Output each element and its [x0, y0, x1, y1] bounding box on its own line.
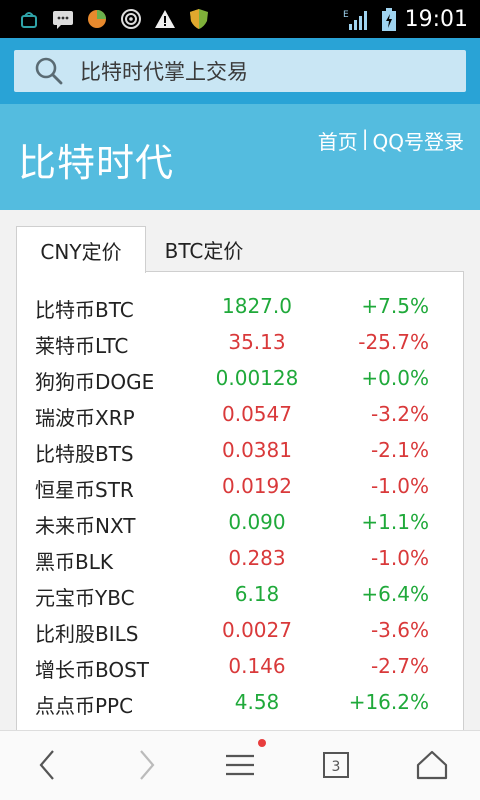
link-separator: |	[361, 126, 369, 150]
battery-charging-icon	[381, 8, 397, 31]
coin-price: 0.0381	[222, 438, 292, 462]
coin-name: 比特币BTC	[35, 298, 134, 322]
shield-icon	[188, 8, 210, 30]
coin-change: +16.2%	[348, 690, 429, 714]
coin-price: 4.58	[234, 690, 280, 714]
search-bar-area: 比特时代掌上交易	[0, 38, 480, 104]
coin-price: 1827.0	[222, 294, 292, 318]
coin-change: +6.4%	[361, 582, 429, 606]
coin-change: -1.0%	[370, 474, 429, 498]
table-row[interactable]: 比特股BTS 0.0381 -2.1%	[17, 432, 463, 468]
coin-name: 增长币BOST	[35, 658, 150, 682]
message-icon	[52, 8, 74, 30]
status-bar: E 19:01	[0, 0, 480, 38]
search-icon	[32, 54, 66, 88]
coin-change: -1.0%	[370, 546, 429, 570]
home-icon[interactable]	[412, 745, 452, 785]
coin-change: -25.7%	[358, 330, 429, 354]
market-table: 比特币BTC 1827.0 +7.5% 莱特币LTC 35.13 -25.7% …	[16, 271, 464, 731]
network-e-signal-icon: E	[343, 8, 373, 30]
table-row[interactable]: 元宝币YBC 6.18 +6.4%	[17, 576, 463, 612]
svg-text:E: E	[343, 10, 349, 20]
table-row[interactable]: 恒星币STR 0.0192 -1.0%	[17, 468, 463, 504]
coin-price: 0.090	[228, 510, 286, 534]
coin-name: 莱特币LTC	[35, 334, 129, 358]
qq-login-link[interactable]: QQ号登录	[373, 126, 464, 155]
back-icon[interactable]	[28, 745, 68, 785]
table-row[interactable]: 黑币BLK 0.283 -1.0%	[17, 540, 463, 576]
app-badge-icon	[86, 8, 108, 30]
home-link[interactable]: 首页	[318, 126, 358, 155]
site-header: 比特时代 首页 | QQ号登录	[0, 104, 480, 210]
coin-price: 0.146	[228, 654, 286, 678]
coin-change: -2.1%	[370, 438, 429, 462]
coin-change: +7.5%	[361, 294, 429, 318]
header-links: 首页 | QQ号登录	[318, 126, 464, 155]
coin-name: 元宝币YBC	[35, 586, 135, 610]
table-row[interactable]: 点点币PPC 4.58 +16.2%	[17, 684, 463, 720]
search-input[interactable]: 比特时代掌上交易	[14, 50, 466, 92]
coin-name: 瑞波币XRP	[35, 406, 135, 430]
table-row[interactable]: 比特币BTC 1827.0 +7.5%	[17, 288, 463, 324]
table-row[interactable]: 比利股BILS 0.0027 -3.6%	[17, 612, 463, 648]
wifi-hotspot-icon	[120, 8, 142, 30]
clock: 19:01	[404, 6, 468, 32]
coin-price: 0.283	[228, 546, 286, 570]
table-row[interactable]: 狗狗币DOGE 0.00128 +0.0%	[17, 360, 463, 396]
table-row[interactable]: 未来币NXT 0.090 +1.1%	[17, 504, 463, 540]
coin-name: 恒星币STR	[35, 478, 134, 502]
pricing-tabs: CNY定价 BTC定价	[16, 226, 464, 273]
coin-change: -3.6%	[370, 618, 429, 642]
table-row[interactable]: 增长币BOST 0.146 -2.7%	[17, 648, 463, 684]
coin-name: 狗狗币DOGE	[35, 370, 155, 394]
forward-icon[interactable]	[126, 745, 166, 785]
coin-name: 比利股BILS	[35, 622, 139, 646]
coin-name: 黑币BLK	[35, 550, 113, 574]
coin-change: -3.2%	[370, 402, 429, 426]
system-icons: E 19:01	[343, 0, 480, 38]
site-logo-title: 比特时代	[18, 141, 175, 185]
coin-change: +1.1%	[361, 510, 429, 534]
coin-price: 0.00128	[215, 366, 299, 390]
coin-price: 6.18	[234, 582, 280, 606]
coin-change: -2.7%	[370, 654, 429, 678]
coin-change: +0.0%	[361, 366, 429, 390]
warning-icon	[154, 8, 176, 30]
tab-cny-pricing[interactable]: CNY定价	[16, 226, 146, 273]
coin-name: 未来币NXT	[35, 514, 136, 538]
table-row[interactable]: 瑞波币XRP 0.0547 -3.2%	[17, 396, 463, 432]
search-query-text: 比特时代掌上交易	[80, 60, 248, 84]
coin-name: 比特股BTS	[35, 442, 134, 466]
coin-price: 0.0192	[222, 474, 292, 498]
coin-price: 0.0027	[222, 618, 292, 642]
menu-icon[interactable]	[220, 745, 260, 785]
coin-name: 点点币PPC	[35, 694, 134, 718]
android-debug-icon	[18, 8, 40, 30]
coin-price: 35.13	[228, 330, 286, 354]
tab-btc-pricing[interactable]: BTC定价	[154, 226, 254, 273]
browser-bottom-toolbar: 3	[0, 730, 480, 800]
notification-icons	[0, 0, 210, 38]
tabs-icon[interactable]: 3	[316, 745, 356, 785]
table-row[interactable]: 莱特币LTC 35.13 -25.7%	[17, 324, 463, 360]
menu-notification-dot	[258, 739, 266, 747]
tab-count: 3	[332, 759, 341, 775]
coin-price: 0.0547	[222, 402, 292, 426]
